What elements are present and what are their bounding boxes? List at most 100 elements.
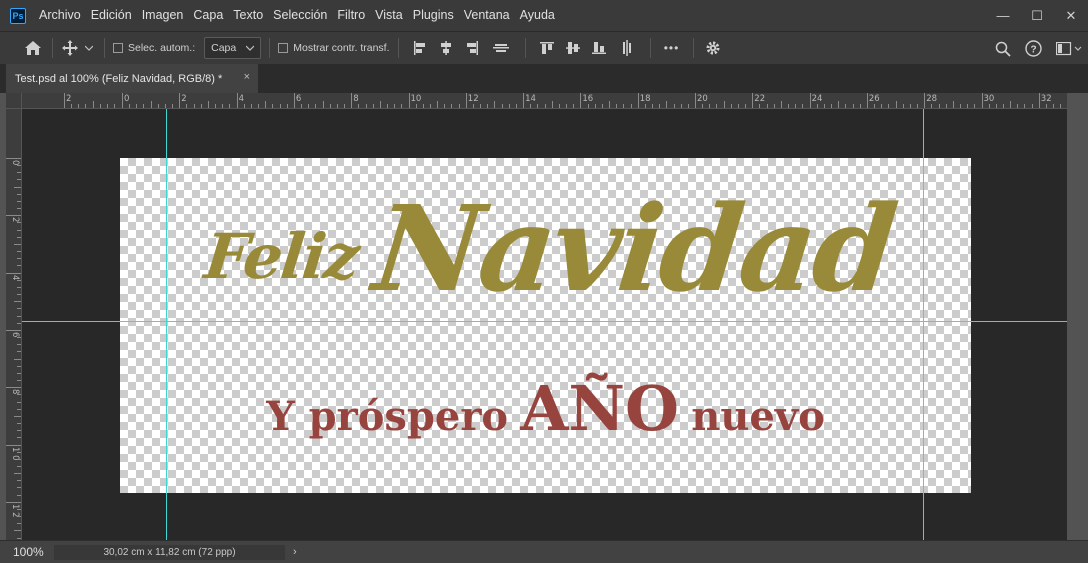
ruler-minor-tick — [831, 104, 833, 108]
ruler-minor-tick — [17, 315, 21, 317]
ruler-minor-tick — [422, 104, 424, 108]
menu-seleccion[interactable]: Selección — [268, 0, 332, 31]
more-options-icon[interactable]: ••• — [659, 41, 685, 55]
menu-texto[interactable]: Texto — [228, 0, 268, 31]
menu-bar: Ps Archivo Edición Imagen Capa Texto Sel… — [0, 0, 1088, 31]
ruler-minor-tick — [17, 179, 21, 181]
ruler-major-tick — [236, 93, 238, 108]
ruler-minor-tick — [17, 401, 21, 403]
ruler-minor-tick — [558, 104, 560, 108]
menu-ayuda[interactable]: Ayuda — [515, 0, 560, 31]
horizontal-ruler[interactable]: 2 0 2 4 6 8 10 12 14 16 18 20 22 24 26 28 30 32 — [22, 93, 1067, 109]
close-window-button[interactable]: ✕ — [1054, 0, 1088, 31]
ruler-minor-tick — [286, 104, 288, 108]
zoom-level[interactable]: 100% — [0, 545, 52, 559]
vertical-guide-left[interactable] — [166, 109, 167, 540]
align-right-icon[interactable] — [459, 41, 485, 55]
ruler-minor-tick — [895, 101, 897, 108]
align-vertical-center-icon[interactable] — [560, 41, 586, 55]
ruler-minor-tick — [1010, 101, 1012, 108]
document-canvas[interactable]: Feliz Navidad Y próspero AÑO nuevo — [120, 158, 971, 493]
ruler-minor-tick — [17, 236, 21, 238]
ruler-minor-tick — [336, 104, 338, 108]
ruler-minor-tick — [17, 494, 21, 496]
ruler-major-tick — [465, 93, 467, 108]
ruler-major-tick — [6, 501, 21, 503]
menu-vista[interactable]: Vista — [370, 0, 408, 31]
help-icon[interactable]: ? — [1025, 40, 1042, 57]
ruler-major-tick — [64, 93, 65, 108]
close-tab-icon[interactable]: × — [244, 71, 250, 83]
vertical-ruler[interactable]: 024681 01 2 — [6, 109, 22, 540]
ruler-minor-tick — [14, 473, 21, 475]
ruler-minor-tick — [967, 104, 969, 108]
align-left-icon[interactable] — [407, 41, 433, 55]
menu-imagen[interactable]: Imagen — [137, 0, 189, 31]
auto-select-checkbox[interactable]: Selec. autom.: — [113, 42, 195, 54]
ruler-label: 26 — [868, 94, 880, 104]
ruler-minor-tick — [17, 465, 21, 467]
ruler-minor-tick — [745, 104, 747, 108]
align-bottom-icon[interactable] — [586, 41, 612, 55]
menu-ventana[interactable]: Ventana — [459, 0, 515, 31]
ruler-minor-tick — [17, 458, 21, 460]
divider — [692, 38, 694, 58]
ruler-minor-tick — [573, 104, 575, 108]
minimize-button[interactable]: — — [986, 0, 1020, 31]
workspace-icon[interactable] — [1056, 41, 1082, 56]
distribute-vertical-icon[interactable] — [612, 40, 642, 56]
ruler-minor-tick — [200, 104, 202, 108]
home-icon[interactable] — [22, 40, 44, 56]
document-tab[interactable]: Test.psd al 100% (Feliz Navidad, RGB/8) … — [6, 64, 258, 93]
ruler-corner[interactable] — [6, 93, 22, 109]
checkbox-box[interactable] — [113, 43, 123, 53]
ruler-major-tick — [809, 93, 811, 108]
ruler-minor-tick — [17, 208, 21, 210]
show-transform-checkbox[interactable]: Mostrar contr. transf. — [278, 42, 390, 54]
ruler-minor-tick — [301, 104, 303, 108]
menu-archivo[interactable]: Archivo — [34, 0, 86, 31]
ruler-minor-tick — [344, 104, 346, 108]
ruler-minor-tick — [480, 104, 482, 108]
ruler-major-tick — [580, 93, 582, 108]
y-prospero-text: Y próspero — [266, 393, 509, 440]
document-info[interactable]: 30,02 cm x 11,82 cm (72 ppp) — [54, 544, 285, 560]
ruler-major-tick — [924, 93, 926, 108]
show-transform-label: Mostrar contr. transf. — [293, 42, 390, 54]
move-tool-icon[interactable] — [61, 40, 79, 56]
auto-select-dropdown[interactable]: Capa — [204, 37, 262, 59]
menu-edicion[interactable]: Edición — [86, 0, 137, 31]
ruler-label: 24 — [811, 94, 823, 104]
ruler-label: 16 — [582, 94, 594, 104]
align-top-icon[interactable] — [534, 41, 560, 55]
ruler-minor-tick — [766, 104, 768, 108]
status-menu-arrow-icon[interactable]: › — [293, 546, 297, 558]
gear-icon[interactable] — [702, 40, 724, 56]
ruler-label: 28 — [926, 94, 938, 104]
checkbox-box[interactable] — [278, 43, 289, 53]
menu-plugins[interactable]: Plugins — [408, 0, 459, 31]
ruler-minor-tick — [258, 104, 260, 108]
ruler-label: 2 — [181, 94, 187, 104]
horizontal-guide[interactable] — [22, 321, 1067, 322]
ruler-minor-tick — [1024, 104, 1026, 108]
ruler-minor-tick — [17, 258, 21, 260]
window-controls: — ☐ ✕ — [986, 0, 1088, 31]
menu-capa[interactable]: Capa — [188, 0, 228, 31]
ruler-minor-tick — [802, 104, 804, 108]
ruler-minor-tick — [17, 480, 21, 482]
ruler-minor-tick — [652, 104, 654, 108]
align-horizontal-center-icon[interactable] — [433, 41, 459, 55]
ruler-minor-tick — [1053, 104, 1055, 108]
vertical-scrollbar[interactable] — [1067, 93, 1088, 540]
chevron-down-icon[interactable] — [82, 45, 96, 51]
ruler-minor-tick — [17, 394, 21, 396]
ruler-minor-tick — [17, 351, 21, 353]
pasteboard[interactable]: Feliz Navidad Y próspero AÑO nuevo — [22, 109, 1067, 540]
search-icon[interactable] — [995, 41, 1011, 57]
ruler-major-tick — [523, 93, 525, 108]
vertical-guide-right[interactable] — [923, 109, 924, 540]
distribute-horizontal-icon[interactable] — [485, 41, 517, 55]
maximize-button[interactable]: ☐ — [1020, 0, 1054, 31]
menu-filtro[interactable]: Filtro — [332, 0, 370, 31]
